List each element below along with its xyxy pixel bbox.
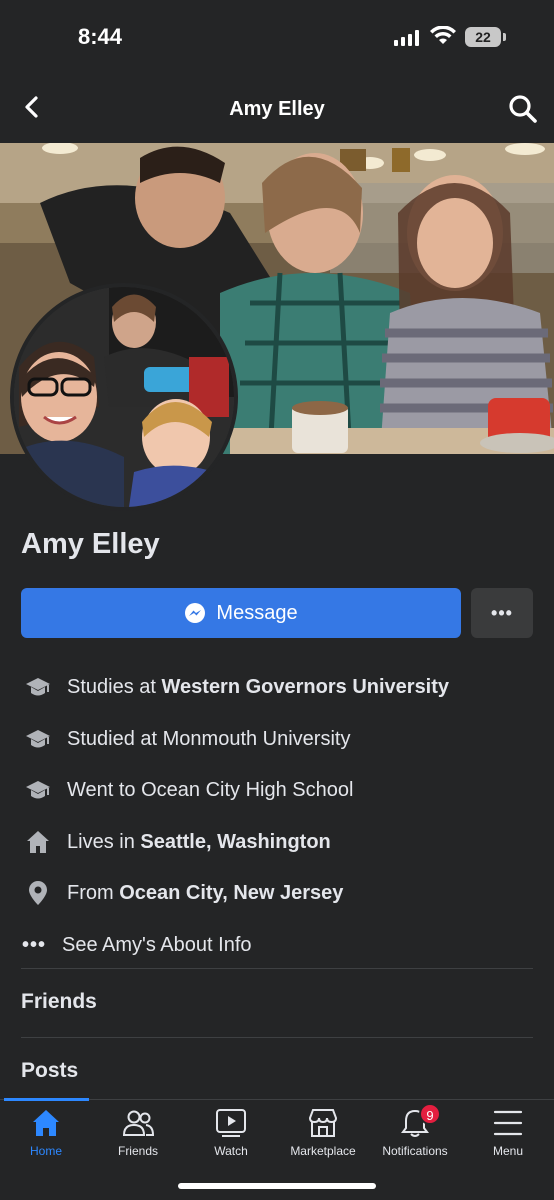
watch-icon	[216, 1109, 246, 1137]
signal-icon	[394, 30, 420, 46]
info-item-from: From Ocean City, New Jersey	[0, 868, 554, 918]
tab-label: Menu	[492, 1144, 524, 1158]
tab-friends[interactable]: Friends	[92, 1108, 184, 1163]
divider	[21, 1037, 533, 1038]
info-text: From Ocean City, New Jersey	[67, 881, 344, 904]
status-time: 8:44	[78, 24, 123, 49]
info-item-studies: Studies at Western Governors University	[0, 662, 554, 712]
menu-icon	[493, 1110, 523, 1136]
more-options-button[interactable]: •••	[471, 588, 533, 638]
info-text: Studied at Monmouth University	[67, 727, 351, 750]
graduation-cap-icon	[26, 678, 50, 696]
home-indicator	[178, 1183, 376, 1189]
tab-home[interactable]: Home	[0, 1108, 92, 1163]
tab-marketplace[interactable]: Marketplace	[277, 1108, 369, 1163]
location-pin-icon	[29, 881, 47, 905]
tab-label: Notifications	[382, 1144, 448, 1158]
divider	[21, 968, 533, 969]
active-tab-indicator	[4, 1098, 89, 1101]
status-bar: 8:44 22	[0, 0, 554, 72]
info-text: Went to Ocean City High School	[67, 778, 354, 801]
messenger-icon	[185, 603, 206, 623]
profile-name: Amy Elley	[21, 528, 160, 560]
home-icon	[27, 831, 49, 853]
search-icon[interactable]	[506, 92, 540, 126]
page-title: Amy Elley	[229, 98, 325, 120]
marketplace-icon	[308, 1109, 338, 1137]
battery-icon: 22	[465, 27, 501, 47]
friends-section-title[interactable]: Friends	[21, 990, 97, 1014]
tab-label: Home	[29, 1144, 62, 1158]
more-dots-icon: •••	[22, 933, 47, 956]
graduation-cap-icon	[26, 781, 50, 799]
info-item-high-school: Went to Ocean City High School	[0, 765, 554, 815]
message-button[interactable]: Message	[21, 588, 461, 638]
tab-notifications[interactable]: 9 Notifications	[369, 1103, 461, 1163]
tab-label: Marketplace	[290, 1144, 356, 1158]
home-icon	[33, 1110, 59, 1136]
posts-section-title[interactable]: Posts	[21, 1059, 78, 1083]
friends-icon	[122, 1110, 155, 1136]
tab-menu[interactable]: Menu	[462, 1108, 554, 1163]
tab-label: Watch	[214, 1144, 248, 1158]
info-item-lives-in: Lives in Seattle, Washington	[0, 817, 554, 867]
tab-watch[interactable]: Watch	[185, 1108, 277, 1163]
notification-count-badge: 9	[419, 1103, 441, 1125]
info-text: Lives in Seattle, Washington	[67, 830, 331, 853]
message-button-label: Message	[216, 601, 298, 624]
profile-picture-image	[14, 287, 234, 507]
battery-nub	[503, 33, 506, 41]
nav-header: Amy Elley	[0, 72, 554, 144]
info-text: Studies at Western Governors University	[67, 675, 450, 698]
see-about-info-link[interactable]: See Amy's About Info	[62, 934, 252, 957]
info-item-studied: Studied at Monmouth University	[0, 714, 554, 764]
tab-label: Friends	[117, 1144, 158, 1158]
wifi-icon	[430, 26, 456, 44]
profile-picture[interactable]	[10, 283, 238, 511]
graduation-cap-icon	[26, 730, 50, 748]
see-about-info-row[interactable]: ••• See Amy's About Info	[0, 920, 554, 970]
